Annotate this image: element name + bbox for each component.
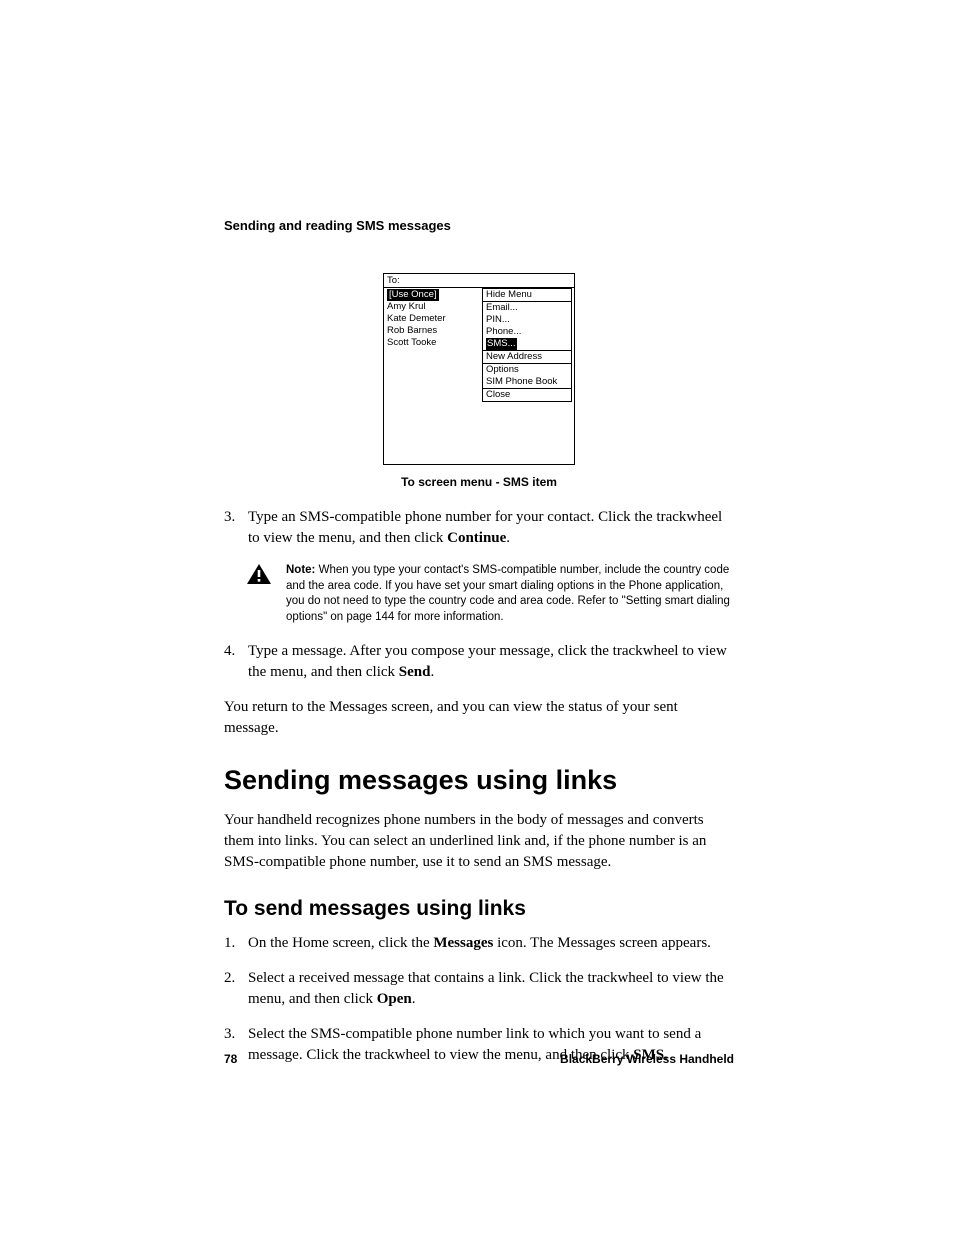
heading-to-send-links: To send messages using links: [224, 897, 734, 921]
note-label: Note:: [286, 564, 315, 576]
step-text: .: [430, 664, 434, 680]
step-text: icon. The Messages screen appears.: [493, 935, 711, 951]
figure-caption: To screen menu - SMS item: [401, 475, 557, 489]
page-footer: 78 BlackBerry Wireless Handheld: [224, 1052, 734, 1066]
menu-item: SIM Phone Book: [486, 376, 568, 388]
product-name: BlackBerry Wireless Handheld: [560, 1052, 734, 1066]
step-text: Select a received message that contains …: [248, 970, 724, 1007]
return-paragraph: You return to the Messages screen, and y…: [224, 697, 734, 739]
link-step-1: 1. On the Home screen, click the Message…: [224, 933, 734, 954]
menu-item: Close: [486, 389, 568, 401]
note-block: Note: When you type your contact's SMS-c…: [246, 563, 734, 625]
menu-hide: Hide Menu: [483, 289, 571, 302]
step-number: 1.: [224, 933, 248, 954]
step-number: 3.: [224, 507, 248, 549]
bold-continue: Continue: [447, 530, 506, 546]
bold-messages: Messages: [433, 935, 493, 951]
step-number: 2.: [224, 968, 248, 1010]
step-4: 4. Type a message. After you compose you…: [224, 641, 734, 683]
menu-item: Options: [486, 364, 568, 376]
menu-item: Email...: [486, 302, 568, 314]
intro-paragraph: Your handheld recognizes phone numbers i…: [224, 810, 734, 873]
link-step-2: 2. Select a received message that contai…: [224, 968, 734, 1010]
note-body: When you type your contact's SMS-compati…: [286, 564, 730, 623]
menu-item-selected: SMS...: [486, 338, 517, 350]
page-number: 78: [224, 1052, 237, 1066]
device-screenshot: To: [Use Once] Amy Krul Kate Demeter Rob…: [383, 273, 575, 465]
use-once-item: [Use Once]: [387, 289, 439, 301]
screenshot-figure: To: [Use Once] Amy Krul Kate Demeter Rob…: [224, 273, 734, 489]
step-text: Type a message. After you compose your m…: [248, 643, 727, 680]
step-number: 4.: [224, 641, 248, 683]
bold-send: Send: [399, 664, 431, 680]
step-text: .: [506, 530, 510, 546]
bold-open: Open: [377, 991, 412, 1007]
step-3: 3. Type an SMS-compatible phone number f…: [224, 507, 734, 549]
context-menu: Hide Menu Email... PIN... Phone... SMS..…: [482, 288, 572, 402]
section-header: Sending and reading SMS messages: [224, 218, 734, 233]
heading-sending-links: Sending messages using links: [224, 765, 734, 796]
menu-item: PIN...: [486, 314, 568, 326]
warning-icon: [246, 563, 272, 585]
menu-item: New Address: [486, 351, 568, 363]
step-text: On the Home screen, click the: [248, 935, 433, 951]
to-header: To:: [384, 274, 574, 288]
menu-item: Phone...: [486, 326, 568, 338]
step-text: .: [412, 991, 416, 1007]
